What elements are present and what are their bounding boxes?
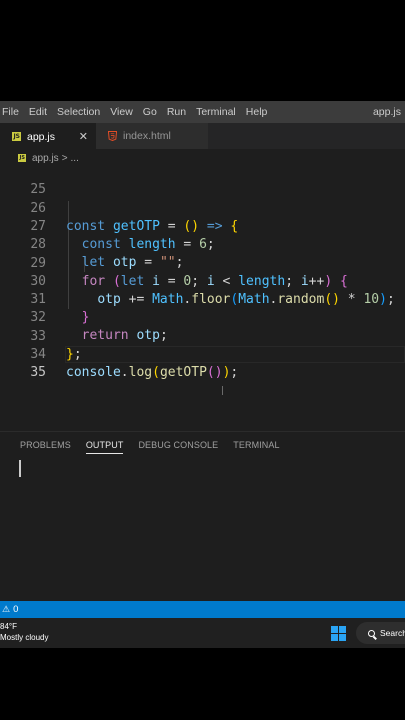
line-number: 35 [30, 365, 46, 380]
code-line-25: 25 [0, 163, 405, 197]
code-line-33: 33 }; [0, 310, 405, 362]
code-line-28: 28 let otp = ""; [0, 218, 405, 270]
tab-index-html[interactable]: index.html [96, 123, 208, 149]
search-icon [368, 629, 375, 637]
warning-count[interactable]: 0 [13, 604, 18, 615]
code-line-31: 31 } [0, 273, 405, 325]
js-file-icon: JS [18, 154, 26, 162]
editor-tab-bar: JS app.js ✕ index.html [0, 123, 405, 149]
menu-bar: File Edit Selection View Go Run Terminal… [0, 101, 405, 123]
weather-condition: Mostly cloudy [0, 633, 49, 642]
html5-icon [108, 131, 117, 141]
menu-edit[interactable]: Edit [24, 106, 52, 118]
code-line-30: 30 otp += Math.floor(Math.random() * 10)… [0, 255, 405, 307]
screen: File Edit Selection View Go Run Terminal… [0, 0, 405, 720]
window-title: app.js [372, 106, 401, 118]
taskbar-search-button[interactable]: Search [356, 622, 405, 644]
code-line-26: 26 const getOTP = () => { [0, 182, 405, 234]
bottom-panel: PROBLEMS OUTPUT DEBUG CONSOLE TERMINAL [0, 431, 405, 602]
windows-start-icon[interactable] [331, 626, 346, 641]
menu-terminal[interactable]: Terminal [191, 106, 241, 118]
weather-widget[interactable]: 84°F Mostly cloudy [0, 621, 48, 643]
menu-run[interactable]: Run [162, 106, 191, 118]
code-line-35: 35 [0, 346, 405, 380]
vscode-window: File Edit Selection View Go Run Terminal… [0, 101, 405, 648]
code-editor[interactable]: 25 26 const getOTP = () => { 27 const le… [0, 167, 405, 429]
windows-taskbar: 84°F Mostly cloudy Search [0, 618, 405, 648]
temperature: 84°F [0, 622, 17, 631]
status-bar: ⚠ 0 [0, 601, 405, 618]
close-icon[interactable]: ✕ [79, 130, 88, 143]
warning-icon[interactable]: ⚠ [2, 604, 10, 615]
tab-problems[interactable]: PROBLEMS [20, 440, 71, 454]
tab-terminal[interactable]: TERMINAL [233, 440, 279, 454]
tab-app-js[interactable]: JS app.js ✕ [0, 123, 96, 149]
tab-output[interactable]: OUTPUT [85, 440, 124, 454]
menu-selection[interactable]: Selection [52, 106, 105, 118]
menu-view[interactable]: View [105, 106, 138, 118]
code-line-32: 32 return otp; [0, 291, 405, 343]
breadcrumb-separator: > [61, 152, 68, 164]
menu-go[interactable]: Go [138, 106, 162, 118]
text-cursor-pointer [222, 386, 223, 395]
code-line-27: 27 const length = 6; [0, 200, 405, 252]
code-line-29: 29 for (let i = 0; i < length; i++) { [0, 237, 405, 289]
code-line-34: 34 console.log(getOTP()); [0, 328, 405, 380]
js-file-icon: JS [12, 132, 21, 141]
tab-debug-console[interactable]: DEBUG CONSOLE [138, 440, 218, 454]
output-text-cursor[interactable] [19, 460, 21, 477]
search-label: Search [380, 628, 405, 638]
menu-help[interactable]: Help [241, 106, 273, 118]
panel-tabs: PROBLEMS OUTPUT DEBUG CONSOLE TERMINAL [20, 440, 295, 454]
breadcrumb-file[interactable]: app.js [32, 153, 59, 164]
code-text: console.log(getOTP()); [66, 365, 239, 380]
menu-file[interactable]: File [0, 106, 24, 118]
tab-label: app.js [27, 130, 56, 143]
tab-label: index.html [123, 130, 171, 142]
breadcrumb-symbol[interactable]: ... [71, 153, 79, 164]
